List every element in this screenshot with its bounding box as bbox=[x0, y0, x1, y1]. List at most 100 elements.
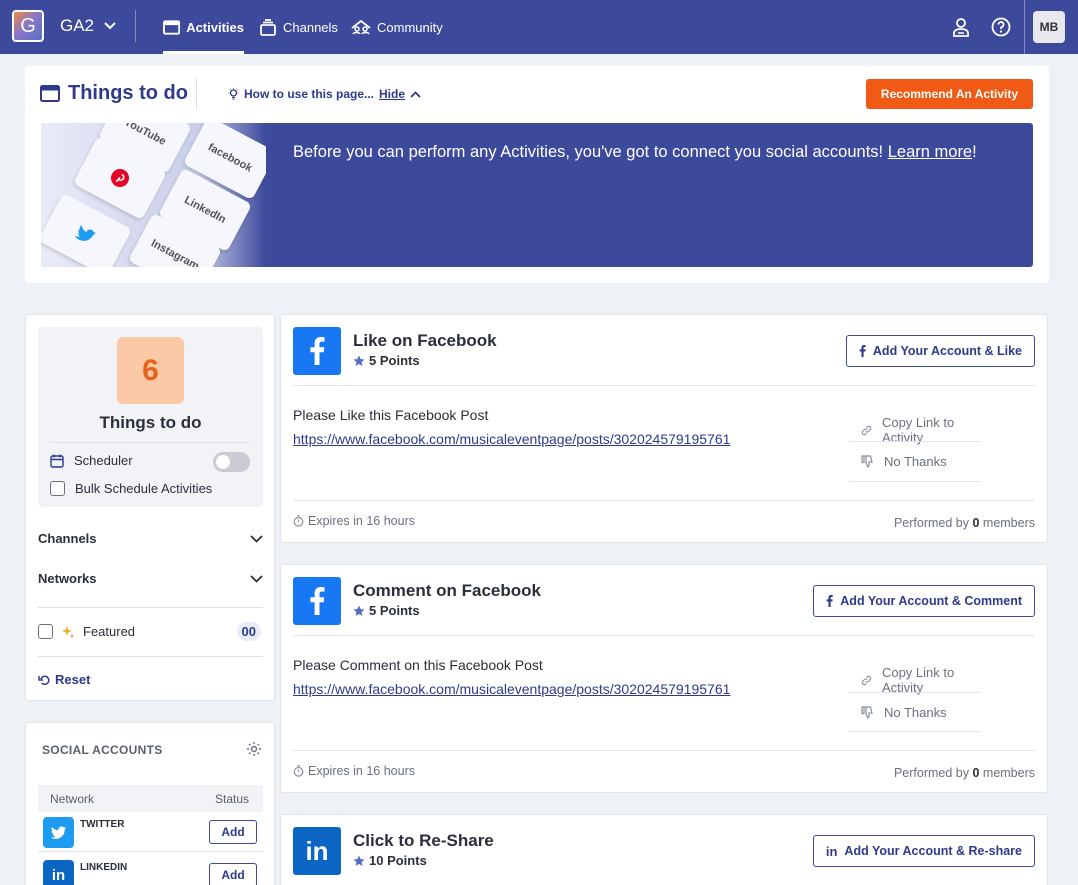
hide-link[interactable]: Hide bbox=[379, 87, 405, 101]
activity-points: 5 Points bbox=[353, 603, 420, 618]
facebook-icon bbox=[293, 327, 341, 375]
activity-card: in Click to Re-Share 10 Points in Add Yo… bbox=[280, 814, 1048, 885]
star-icon bbox=[353, 605, 365, 616]
banner-message: Before you can perform any Activities, y… bbox=[293, 143, 977, 162]
org-logo[interactable]: G bbox=[12, 10, 44, 42]
add-account-reshare-label: Add Your Account & Re-share bbox=[844, 844, 1022, 858]
thumbs-down-icon bbox=[861, 455, 873, 468]
channels-accordion[interactable]: Channels bbox=[38, 531, 263, 546]
activity-link[interactable]: https://www.facebook.com/musicaleventpag… bbox=[293, 681, 730, 697]
accounts-table-header: Network Status bbox=[38, 785, 263, 812]
learn-more-link[interactable]: Learn more bbox=[888, 143, 972, 161]
undo-icon bbox=[38, 675, 50, 685]
activity-points-label: 5 Points bbox=[369, 353, 420, 368]
leaderboard-button[interactable] bbox=[950, 16, 972, 38]
activity-description: Please Like this Facebook Post bbox=[293, 407, 489, 423]
tab-channels[interactable]: Channels bbox=[259, 0, 338, 54]
copy-link-button[interactable]: Copy Link to Activity bbox=[849, 665, 980, 695]
pinterest-icon bbox=[111, 169, 129, 188]
scheduler-label: Scheduler bbox=[74, 453, 133, 468]
nav-divider bbox=[1024, 0, 1025, 54]
browser-window-icon bbox=[40, 85, 60, 102]
status-column-header: Status bbox=[215, 792, 250, 806]
divider bbox=[849, 731, 980, 732]
user-badge-icon bbox=[953, 18, 969, 37]
activity-card: Comment on Facebook 5 Points Add Your Ac… bbox=[280, 564, 1048, 793]
activity-points: 5 Points bbox=[353, 353, 420, 368]
social-accounts-title: SOCIAL ACCOUNTS bbox=[42, 743, 163, 757]
link-icon bbox=[861, 425, 872, 435]
bulk-schedule-checkbox[interactable] bbox=[50, 481, 65, 496]
stopwatch-icon bbox=[293, 515, 304, 527]
featured-count: 00 bbox=[236, 622, 261, 641]
performed-prefix: Performed by bbox=[893, 766, 969, 780]
add-account-comment-label: Add Your Account & Comment bbox=[840, 594, 1022, 608]
channels-label: Channels bbox=[38, 531, 97, 546]
reset-label: Reset bbox=[55, 672, 91, 687]
add-linkedin-button[interactable]: Add bbox=[209, 863, 257, 885]
community-icon bbox=[351, 19, 371, 35]
activity-points: 10 Points bbox=[353, 853, 427, 868]
add-account-like-button[interactable]: Add Your Account & Like bbox=[845, 335, 1035, 367]
networks-accordion[interactable]: Networks bbox=[38, 571, 263, 586]
reset-button[interactable]: Reset bbox=[38, 672, 90, 687]
add-account-reshare-button[interactable]: in Add Your Account & Re-share bbox=[812, 835, 1035, 867]
tab-community[interactable]: Community bbox=[351, 0, 443, 54]
thumbs-down-icon bbox=[861, 706, 873, 719]
tab-activities[interactable]: Activities bbox=[163, 0, 244, 54]
featured-checkbox[interactable] bbox=[38, 624, 53, 639]
add-account-like-label: Add Your Account & Like bbox=[872, 344, 1022, 358]
divider bbox=[849, 481, 980, 482]
page-title: Things to do bbox=[40, 82, 188, 105]
divider bbox=[293, 635, 1035, 636]
star-icon bbox=[353, 355, 365, 366]
no-thanks-button[interactable]: No Thanks bbox=[849, 454, 980, 469]
header-divider bbox=[196, 78, 197, 110]
activity-points-label: 5 Points bbox=[369, 603, 420, 618]
performed-prefix: Performed by bbox=[893, 516, 969, 530]
how-to-use: How to use this page... Hide bbox=[228, 87, 421, 101]
no-thanks-label: No Thanks bbox=[884, 454, 947, 469]
divider bbox=[293, 500, 1035, 501]
social-accounts-panel: SOCIAL ACCOUNTS Network Status TWITTER A… bbox=[25, 722, 275, 885]
recommend-activity-button[interactable]: Recommend An Activity bbox=[866, 79, 1033, 109]
sparkle-icon bbox=[62, 625, 74, 638]
twitter-icon bbox=[43, 817, 74, 848]
org-switcher[interactable]: GA2 bbox=[60, 16, 116, 36]
how-to-use-label: How to use this page... bbox=[244, 87, 375, 101]
calendar-icon bbox=[50, 454, 64, 468]
tab-community-label: Community bbox=[377, 19, 443, 35]
activity-link[interactable]: https://www.facebook.com/musicaleventpag… bbox=[293, 431, 730, 447]
stopwatch-icon bbox=[293, 765, 304, 777]
gear-icon[interactable] bbox=[246, 741, 262, 757]
no-thanks-button[interactable]: No Thanks bbox=[849, 705, 980, 720]
nav-divider bbox=[135, 10, 136, 42]
account-name: LINKEDIN bbox=[80, 862, 128, 873]
lightbulb-icon bbox=[228, 88, 239, 100]
featured-filter[interactable]: Featured 00 bbox=[38, 622, 263, 641]
activity-title: Comment on Facebook bbox=[353, 581, 541, 600]
bulk-schedule-label: Bulk Schedule Activities bbox=[75, 481, 213, 496]
star-icon bbox=[353, 855, 365, 866]
add-account-comment-button[interactable]: Add Your Account & Comment bbox=[813, 585, 1035, 617]
performed-by: Performed by 0 members bbox=[894, 766, 1035, 780]
divider bbox=[38, 656, 263, 657]
chevron-down-icon bbox=[250, 574, 263, 583]
things-to-do-header: Things to do How to use this page... Hid… bbox=[25, 66, 1049, 283]
filter-panel: 6 Things to do Scheduler Bulk Schedule A… bbox=[25, 314, 275, 701]
user-avatar[interactable]: MB bbox=[1033, 11, 1065, 43]
help-circle-icon bbox=[991, 17, 1011, 37]
activity-points-label: 10 Points bbox=[369, 853, 427, 868]
divider bbox=[293, 750, 1035, 751]
add-twitter-button[interactable]: Add bbox=[209, 820, 257, 844]
chevron-up-icon[interactable] bbox=[410, 90, 421, 98]
help-button[interactable] bbox=[990, 16, 1012, 38]
linkedin-icon: in bbox=[825, 843, 838, 859]
banner-end: ! bbox=[972, 143, 977, 161]
todo-count-label: Things to do bbox=[99, 413, 202, 432]
scheduler-toggle[interactable] bbox=[213, 452, 250, 472]
performed-count: 0 bbox=[972, 766, 980, 780]
bulk-schedule-row[interactable]: Bulk Schedule Activities bbox=[50, 481, 212, 496]
scheduler-row: Scheduler bbox=[50, 453, 133, 468]
tab-channels-label: Channels bbox=[283, 19, 338, 35]
